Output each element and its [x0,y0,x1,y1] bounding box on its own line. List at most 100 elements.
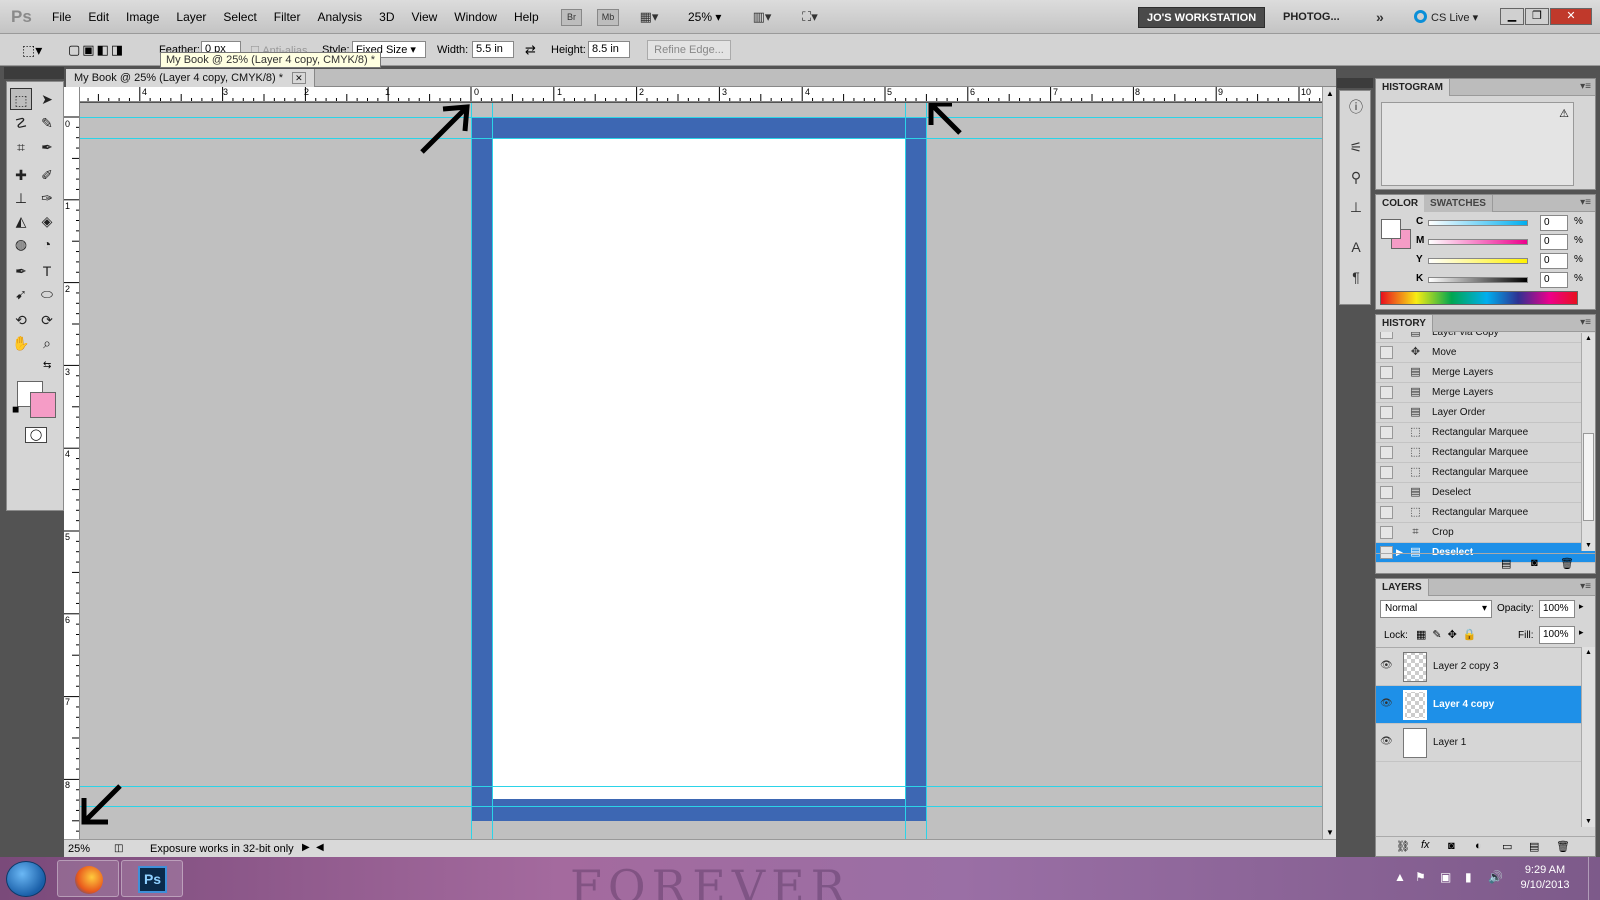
tab-history[interactable]: HISTORY [1376,315,1433,332]
history-item[interactable]: ⬚ Rectangular Marquee [1376,463,1595,483]
document-tab[interactable]: My Book @ 25% (Layer 4 copy, CMYK/8) * ✕ [66,69,315,87]
eyedropper-icon[interactable]: ✒ [36,136,58,158]
menu-3d[interactable]: 3D [379,10,394,24]
scroll-down-icon[interactable]: ▼ [1326,828,1334,837]
eye-icon[interactable]: 👁 [1380,736,1396,748]
history-snapshot-checkbox[interactable] [1380,426,1393,439]
color-ramp[interactable] [1380,291,1578,305]
history-snapshot-checkbox[interactable] [1380,446,1393,459]
more-workspaces-button[interactable]: » [1368,7,1392,28]
brush-presets-icon[interactable]: ⚟ [1346,137,1366,157]
history-snapshot-checkbox[interactable] [1380,386,1393,399]
warning-icon[interactable]: ⚠ [1559,107,1569,120]
action-center-icon[interactable]: ⚑ [1415,870,1426,884]
history-snapshot-checkbox[interactable] [1380,406,1393,419]
scroll-up-icon[interactable]: ▲ [1326,89,1334,98]
history-item[interactable]: ⬚ Rectangular Marquee [1376,503,1595,523]
slider-black[interactable]: K 0 % [1416,272,1591,290]
tab-layers[interactable]: LAYERS [1376,579,1429,596]
status-zoom[interactable]: 25% [68,843,90,855]
ellipse-tool-icon[interactable]: ⬭ [36,283,58,305]
screen-mode-icon[interactable]: ⛶▾ [795,9,825,26]
clone-source-icon[interactable]: ⚲ [1346,167,1366,187]
tab-swatches[interactable]: SWATCHES [1424,195,1493,212]
menu-view[interactable]: View [411,10,437,24]
layer-row[interactable]: 👁 Layer 2 copy 3 [1376,648,1595,686]
workspace-jos-button[interactable]: JO'S WORKSTATION [1138,7,1266,28]
layers-panel-header[interactable]: LAYERS ▾≡ [1376,579,1595,596]
start-button[interactable] [6,861,46,897]
background-color-swatch[interactable] [30,392,56,418]
close-document-icon[interactable]: ✕ [292,72,306,84]
crop-tool-icon[interactable]: ⌗ [10,136,32,158]
default-colors-icon[interactable]: ◼ [12,404,19,415]
menu-select[interactable]: Select [223,10,256,24]
history-snapshot-checkbox[interactable] [1380,526,1393,539]
history-snapshot-checkbox[interactable] [1380,466,1393,479]
history-brush-icon[interactable]: ✑ [36,187,58,209]
link-layers-icon[interactable]: ⛓ [1396,840,1410,853]
document-vertical-scrollbar[interactable]: ▲ ▼ [1322,87,1336,839]
eye-icon[interactable]: 👁 [1380,660,1396,672]
status-info-icon[interactable]: ◫ [114,843,123,854]
scroll-left-icon[interactable]: ◀ [316,842,324,853]
scroll-up-icon[interactable]: ▲ [1585,335,1592,342]
selection-mode-icons[interactable]: ▢▣◧◨ [68,42,125,58]
document-canvas[interactable] [80,103,1322,839]
lasso-tool-icon[interactable]: ☡ [10,112,32,134]
history-snapshot-checkbox[interactable] [1380,366,1393,379]
marquee-preset-icon[interactable]: ⬚▾ [22,42,42,59]
menu-image[interactable]: Image [126,10,159,24]
taskbar-photoshop[interactable]: Ps [121,860,183,897]
swap-dimensions-icon[interactable]: ⇄ [525,42,536,58]
histogram-panel-header[interactable]: HISTOGRAM ▾≡ [1376,79,1595,96]
cyan-value-input[interactable]: 0 [1540,215,1568,231]
new-document-from-state-icon[interactable]: ▤ [1501,557,1511,570]
slider-cyan[interactable]: C 0 % [1416,215,1591,233]
brush-tool-icon[interactable]: ✐ [36,164,58,186]
volume-icon[interactable]: 🔊 [1488,870,1503,884]
menu-layer[interactable]: Layer [176,10,206,24]
tools-panel-header[interactable] [4,67,64,79]
healing-brush-icon[interactable]: ✚ [10,164,32,186]
hand-tool-icon[interactable]: ✋ [10,332,32,354]
status-menu-arrow-icon[interactable]: ▶ [302,842,310,853]
blur-tool-icon[interactable]: ◍ [10,233,32,255]
yellow-track[interactable] [1428,258,1528,264]
restore-icon[interactable]: ❐ [1525,8,1549,25]
move-tool-icon[interactable]: ➤ [36,88,58,110]
tray-expand-icon[interactable]: ▲ [1394,870,1406,884]
new-snapshot-icon[interactable]: ◙ [1531,557,1538,569]
history-item[interactable]: ⬚ Rectangular Marquee [1376,443,1595,463]
extras-menu-icon[interactable]: ▦▾ [634,9,664,26]
path-selection-icon[interactable]: ➹ [10,283,32,305]
taskbar-firefox[interactable] [57,860,119,897]
bridge-button[interactable]: Br [561,9,582,26]
menu-edit[interactable]: Edit [88,10,109,24]
layer-mask-icon[interactable]: ◙ [1448,840,1455,852]
slider-magenta[interactable]: M 0 % [1416,234,1591,252]
opacity-slider-arrow-icon[interactable]: ▸ [1579,601,1584,612]
menu-analysis[interactable]: Analysis [317,10,362,24]
tab-color[interactable]: COLOR [1376,195,1426,212]
panel-menu-icon[interactable]: ▾≡ [1580,81,1591,92]
zoom-tool-icon[interactable]: ⌕ [36,332,58,354]
color-panel-header[interactable]: COLOR SWATCHES ▾≡ [1376,195,1595,212]
minimize-icon[interactable]: ▁ [1500,8,1524,25]
layers-scrollbar[interactable]: ▲ ▼ [1581,647,1595,827]
rectangular-marquee-icon[interactable]: ⬚ [10,88,32,110]
fill-slider-arrow-icon[interactable]: ▸ [1579,627,1584,638]
layer-style-icon[interactable]: fx [1421,839,1430,851]
vertical-ruler[interactable]: 0 1 2 3 4 5 6 7 8 [64,87,80,839]
history-item[interactable]: ▤ Merge Layers [1376,363,1595,383]
trash-icon[interactable]: 🗑 [1556,840,1570,853]
panel-menu-icon[interactable]: ▾≡ [1580,317,1591,328]
history-item[interactable]: ▤ Layer Order [1376,403,1595,423]
refine-edge-button[interactable]: Refine Edge... [647,40,731,60]
paragraph-panel-icon[interactable]: ¶ [1346,267,1366,287]
trash-icon[interactable]: 🗑 [1560,557,1574,570]
horizontal-ruler[interactable]: 4 3 2 1 0 1 2 3 4 5 6 7 8 9 10 [80,87,1322,102]
menu-help[interactable]: Help [514,10,539,24]
info-panel-icon[interactable]: ⓘ [1346,97,1366,117]
black-value-input[interactable]: 0 [1540,272,1568,288]
